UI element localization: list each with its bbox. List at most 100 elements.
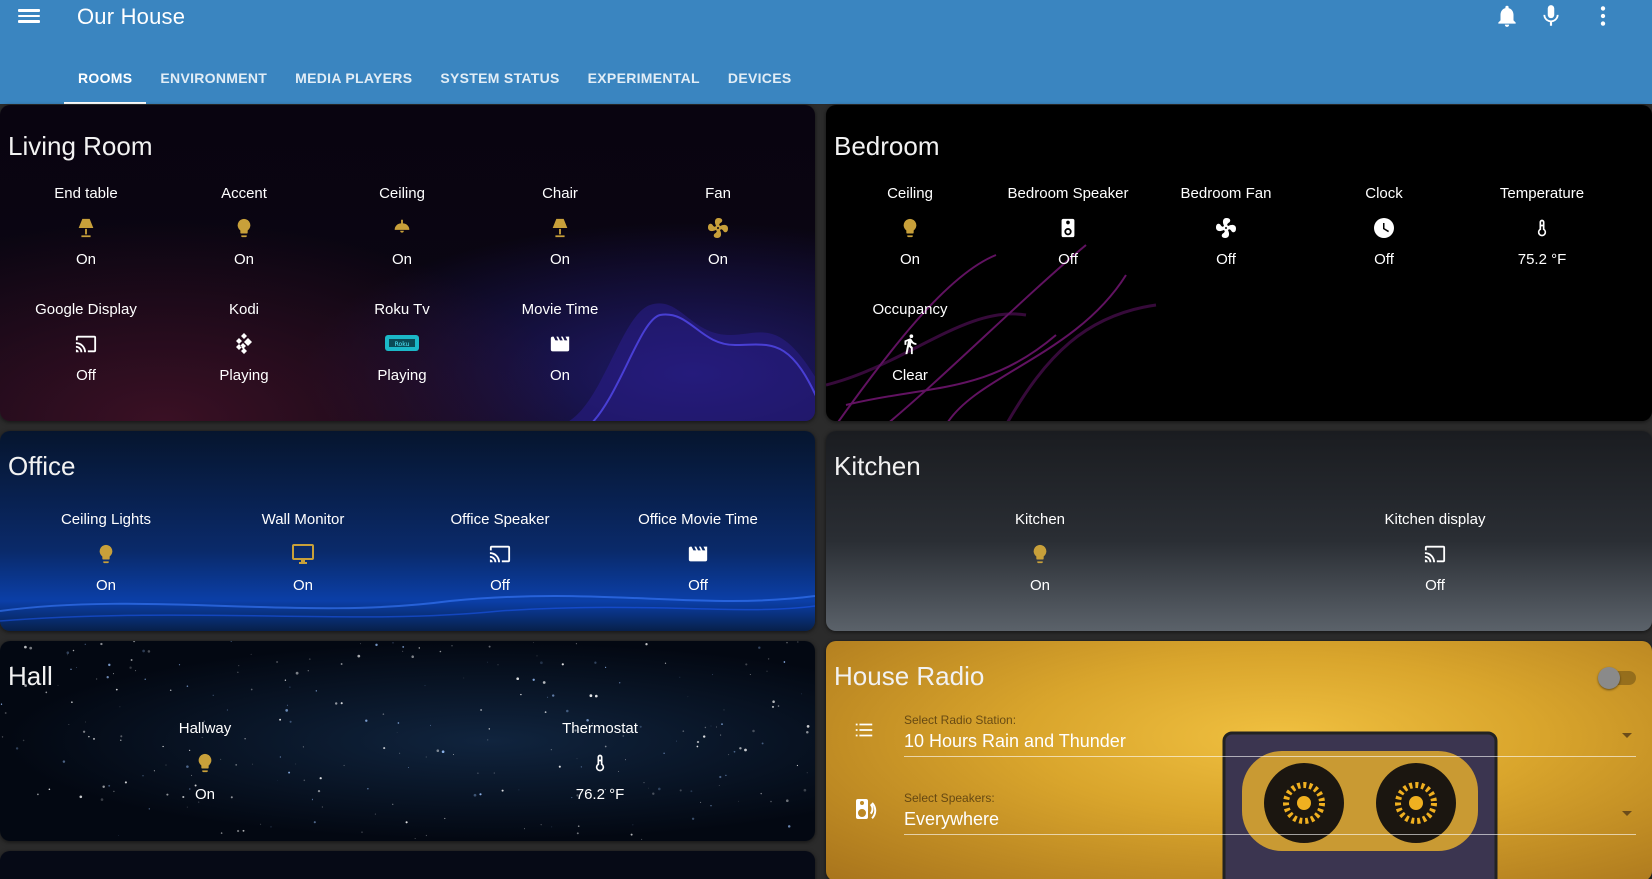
entity-state: Off xyxy=(1374,251,1394,268)
entity-google-display[interactable]: Google Display Off xyxy=(7,301,165,387)
star xyxy=(806,772,808,774)
star xyxy=(361,831,363,833)
star xyxy=(57,684,59,686)
chevron-down-icon[interactable] xyxy=(1622,733,1632,738)
star xyxy=(238,665,240,667)
menu-icon[interactable] xyxy=(18,6,40,28)
entity-name: Kodi xyxy=(228,301,260,318)
entity-temperature[interactable]: Temperature 75.2 °F xyxy=(1463,185,1621,271)
star xyxy=(401,650,404,653)
speaker-icon xyxy=(1061,218,1075,238)
star xyxy=(533,642,534,643)
entity-bedroom-speaker[interactable]: Bedroom Speaker Off xyxy=(989,185,1147,271)
thermometer-icon xyxy=(1537,219,1547,237)
star xyxy=(303,779,306,782)
entity-office-speaker[interactable]: Office Speaker Off xyxy=(421,511,579,597)
star xyxy=(739,747,742,750)
star xyxy=(561,663,564,666)
entity-ceiling-lights[interactable]: Ceiling Lights On xyxy=(27,511,185,597)
star xyxy=(687,696,689,698)
entity-thermostat[interactable]: Thermostat 76.2 °F xyxy=(521,720,679,806)
star xyxy=(720,734,722,736)
star xyxy=(0,703,3,705)
entity-kitchen-light[interactable]: Kitchen On xyxy=(961,511,1119,597)
radio-power-toggle[interactable] xyxy=(1598,667,1636,689)
entity-end-table[interactable]: End table On xyxy=(7,185,165,271)
entity-hallway[interactable]: Hallway On xyxy=(126,720,284,806)
tab-media-players[interactable]: MEDIA PLAYERS xyxy=(281,60,426,104)
star xyxy=(745,663,748,666)
entity-ceiling[interactable]: Ceiling On xyxy=(323,185,481,271)
star xyxy=(566,709,569,713)
star xyxy=(619,682,621,684)
speaker-select[interactable]: Select Speakers: Everywhere xyxy=(826,777,1652,841)
entity-fan[interactable]: Fan On xyxy=(639,185,797,271)
tab-rooms[interactable]: ROOMS xyxy=(64,60,147,104)
star xyxy=(594,694,598,698)
star xyxy=(444,817,446,820)
entity-state: On xyxy=(707,251,728,268)
lightbulb-icon xyxy=(198,753,212,773)
entity-roku-tv[interactable]: Roku Tv Roku Playing xyxy=(323,301,481,387)
star xyxy=(767,658,770,660)
star xyxy=(710,725,712,727)
star xyxy=(169,689,172,691)
entity-name: Clock xyxy=(1365,185,1403,202)
star xyxy=(797,641,799,643)
entity-name: Google Display xyxy=(35,301,137,318)
star xyxy=(411,655,414,658)
star xyxy=(532,678,535,681)
star xyxy=(770,800,772,803)
living-room-card: Living Room End table On Accent On Ceili… xyxy=(0,105,815,421)
more-vertical-icon[interactable] xyxy=(1590,3,1616,29)
star xyxy=(703,735,706,738)
lightbulb-icon xyxy=(903,218,917,238)
star xyxy=(135,670,137,672)
star xyxy=(575,643,577,645)
entity-bedroom-ceiling[interactable]: Ceiling On xyxy=(831,185,989,271)
star xyxy=(129,666,132,669)
entity-name: Thermostat xyxy=(562,720,638,737)
entity-office-movie-time[interactable]: Office Movie Time Off xyxy=(619,511,777,597)
entity-movie-time[interactable]: Movie Time On xyxy=(481,301,639,387)
cast-icon xyxy=(489,545,511,563)
office-card: Office Ceiling Lights On Wall Monitor On… xyxy=(0,431,815,631)
star xyxy=(68,724,70,726)
entity-state: Clear xyxy=(892,367,928,384)
entity-state: On xyxy=(75,251,96,268)
entity-state: Off xyxy=(688,577,708,594)
tab-devices[interactable]: DEVICES xyxy=(714,60,806,104)
tab-environment[interactable]: ENVIRONMENT xyxy=(146,60,281,104)
entity-accent[interactable]: Accent On xyxy=(165,185,323,271)
chevron-down-icon[interactable] xyxy=(1622,811,1632,816)
star xyxy=(120,739,122,741)
card-title: House Radio xyxy=(834,661,985,691)
star xyxy=(414,838,416,839)
star xyxy=(696,745,699,748)
entity-occupancy[interactable]: Occupancy Clear xyxy=(831,301,989,387)
entity-kitchen-display[interactable]: Kitchen display Off xyxy=(1356,511,1514,597)
tab-experimental[interactable]: EXPERIMENTAL xyxy=(574,60,714,104)
star xyxy=(237,671,239,673)
star xyxy=(383,747,386,750)
tab-system-status[interactable]: SYSTEM STATUS xyxy=(426,60,573,104)
entity-bedroom-fan[interactable]: Bedroom Fan Off xyxy=(1147,185,1305,271)
star xyxy=(441,750,445,754)
star xyxy=(212,694,214,696)
star xyxy=(289,720,292,723)
star xyxy=(375,643,378,647)
entity-clock[interactable]: Clock Off xyxy=(1305,185,1463,271)
entity-wall-monitor[interactable]: Wall Monitor On xyxy=(224,511,382,597)
star xyxy=(357,654,361,658)
microphone-icon[interactable] xyxy=(1538,3,1564,29)
toggle-knob xyxy=(1598,667,1620,689)
entity-kodi[interactable]: Kodi Playing xyxy=(165,301,323,387)
bell-icon[interactable] xyxy=(1494,3,1520,29)
radio-station-select[interactable]: Select Radio Station: 10 Hours Rain and … xyxy=(826,699,1652,763)
card-title: Hall xyxy=(8,661,53,691)
star xyxy=(744,748,747,752)
star xyxy=(226,709,228,711)
entity-chair[interactable]: Chair On xyxy=(481,185,639,271)
star xyxy=(487,661,488,663)
star xyxy=(276,660,279,664)
